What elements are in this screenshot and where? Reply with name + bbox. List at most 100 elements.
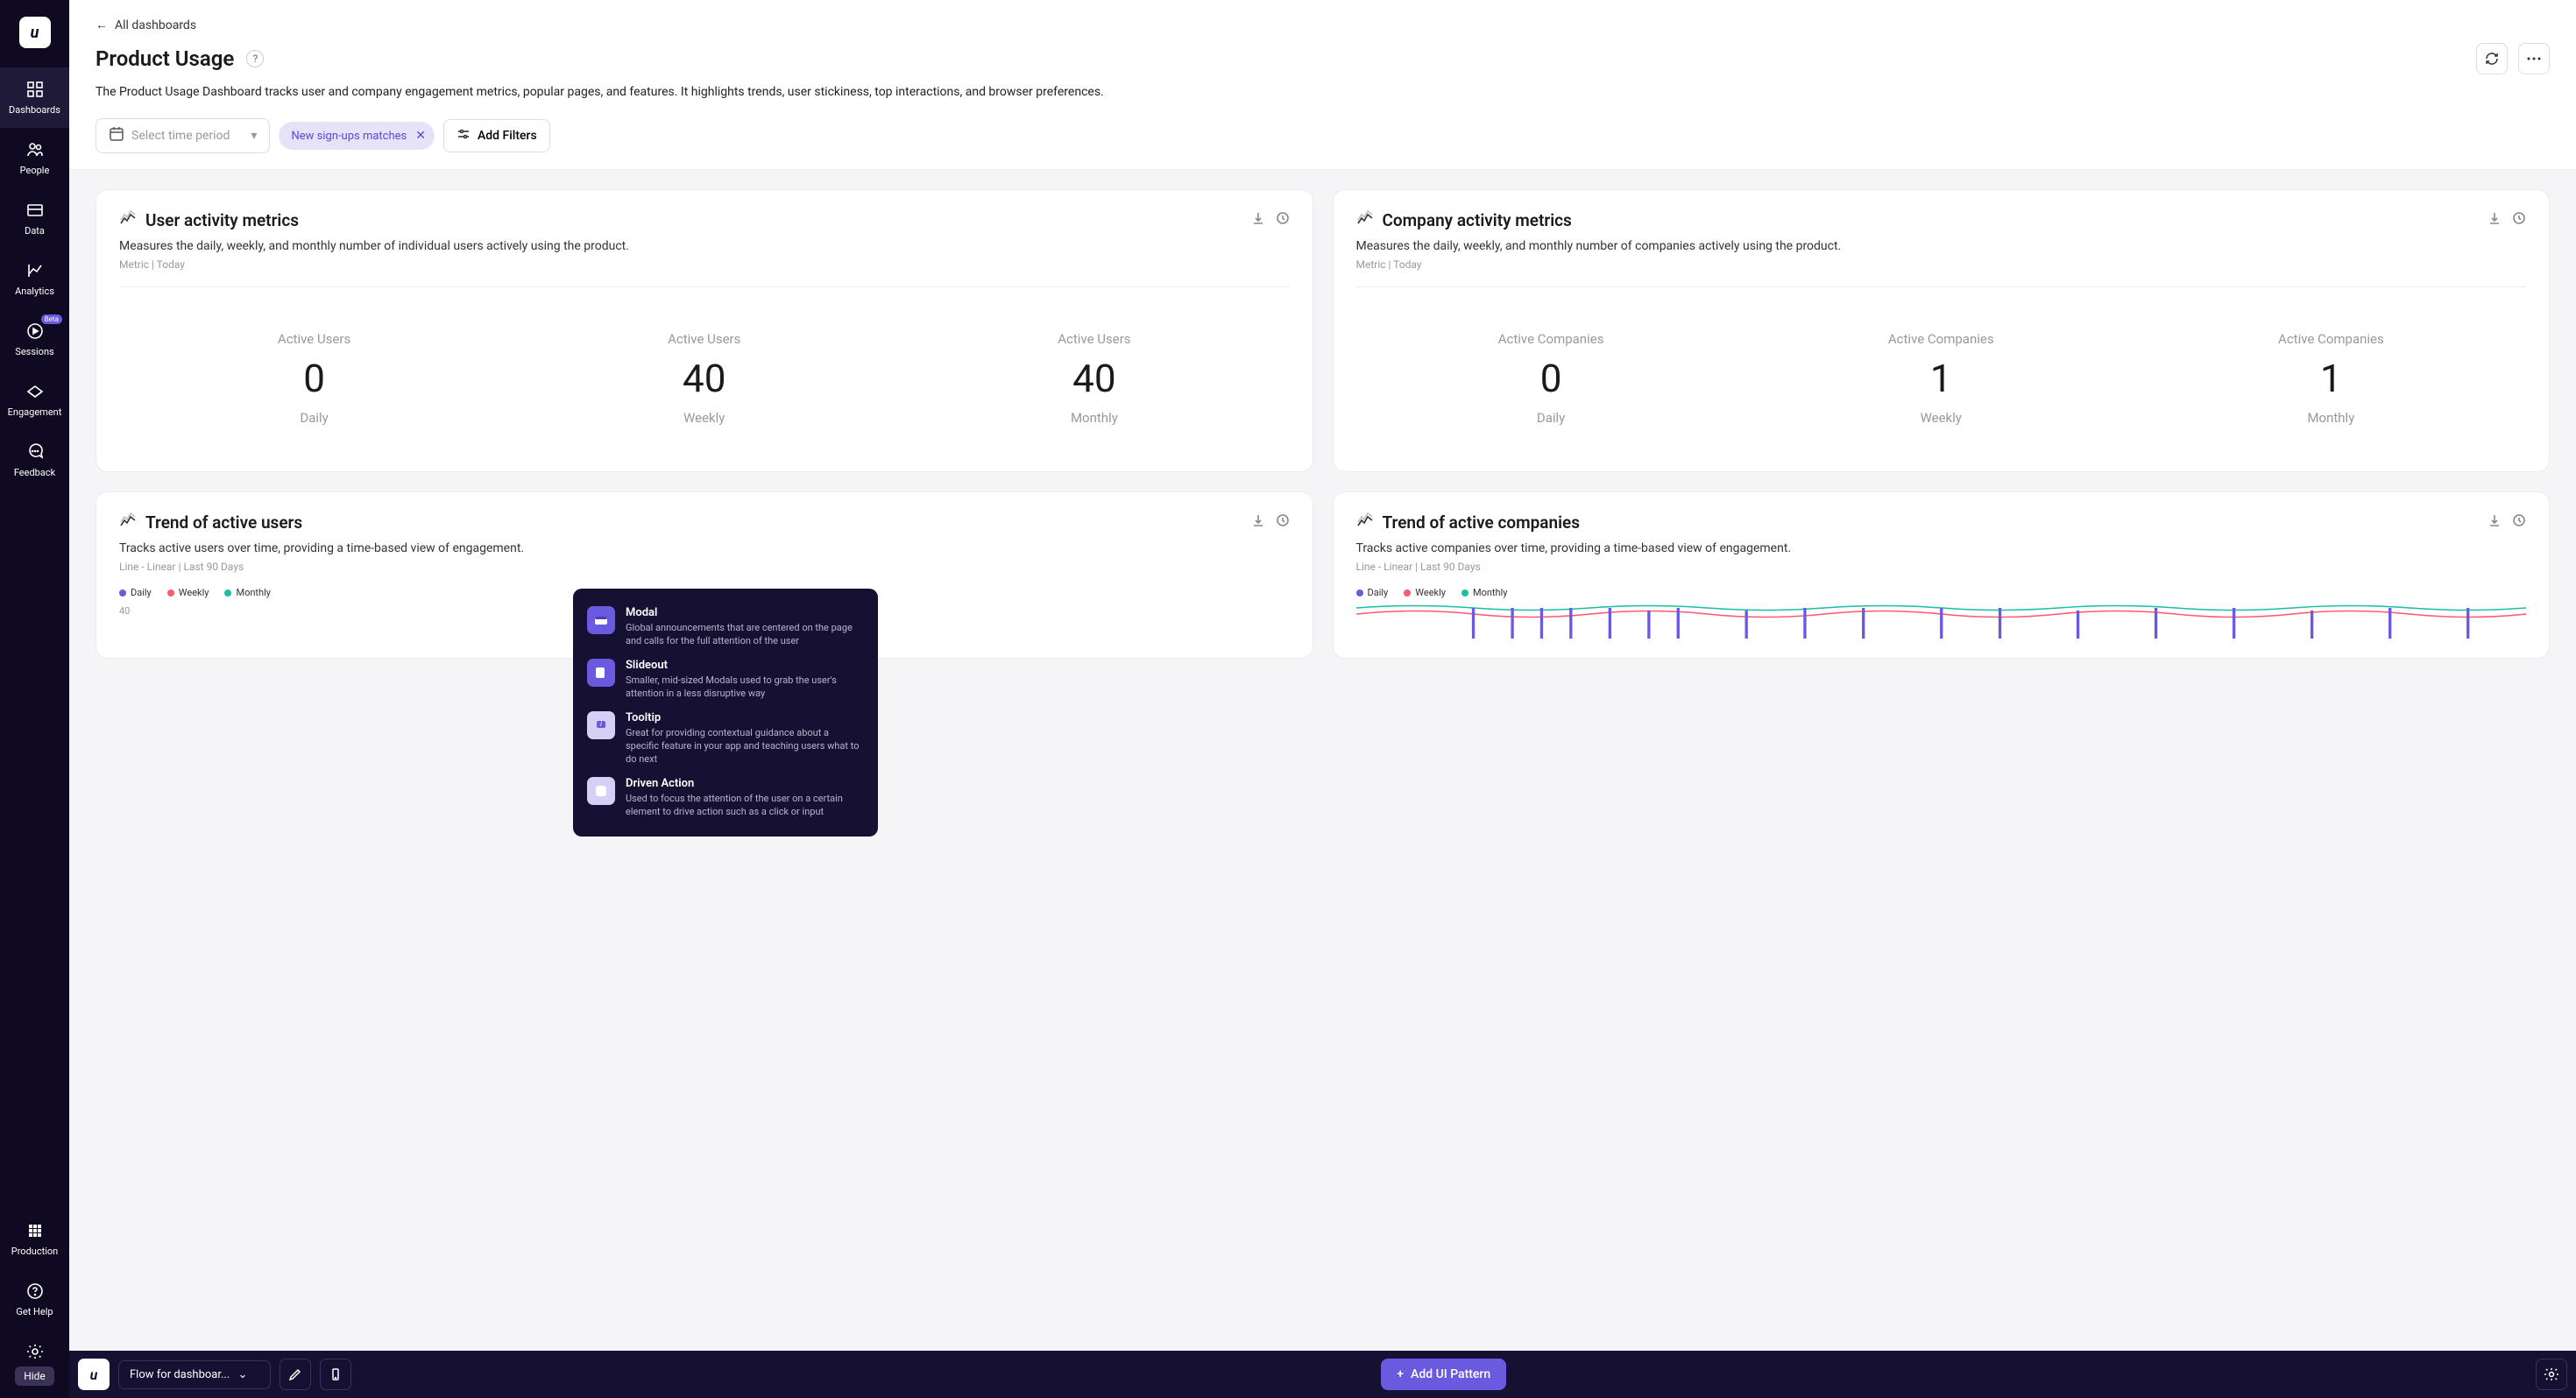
download-icon[interactable]	[1251, 211, 1265, 229]
popup-item-driven-action[interactable]: Driven Action Used to focus the attentio…	[587, 772, 864, 824]
chart-legend: Daily Weekly Monthly	[1356, 587, 2527, 598]
sidebar-item-get-help[interactable]: Get Help	[0, 1269, 69, 1330]
sidebar-item-label: Data	[25, 225, 45, 237]
metric: Active Users 40 Monthly	[1058, 331, 1130, 426]
bottom-bar: u Flow for dashboar... ⌄ + Add UI Patter…	[69, 1351, 2576, 1398]
refresh-button[interactable]	[2476, 43, 2508, 74]
filter-chip[interactable]: New sign-ups matches ✕	[279, 122, 435, 150]
add-filters-label: Add Filters	[478, 129, 537, 143]
analytics-icon	[25, 261, 45, 280]
card-meta: Metric | Today	[1356, 258, 2527, 271]
sidebar-item-label: Feedback	[14, 467, 55, 478]
chip-close-icon[interactable]: ✕	[415, 129, 426, 143]
clock-icon[interactable]	[2512, 211, 2526, 229]
title-help-icon[interactable]: ?	[246, 50, 264, 67]
add-filters-button[interactable]: Add Filters	[443, 119, 550, 152]
chart-icon	[1356, 512, 1374, 533]
more-button[interactable]	[2518, 43, 2550, 74]
download-icon[interactable]	[2488, 211, 2502, 229]
sidebar-item-analytics[interactable]: Analytics	[0, 249, 69, 309]
popup-item-title: Driven Action	[626, 777, 864, 790]
download-icon[interactable]	[1251, 513, 1265, 531]
popup-item-title: Slideout	[626, 659, 864, 672]
data-icon	[25, 201, 45, 220]
main: ← All dashboards Product Usage ? The Pro…	[69, 0, 2576, 1398]
card-meta: Line - Linear | Last 90 Days	[119, 561, 1290, 573]
sidebar-item-data[interactable]: Data	[0, 188, 69, 249]
sidebar-item-label: Engagement	[8, 406, 62, 418]
settings-button[interactable]	[2536, 1359, 2567, 1390]
hide-button[interactable]: Hide	[15, 1366, 54, 1386]
time-placeholder: Select time period	[131, 129, 230, 143]
chevron-down-icon: ⌄	[238, 1368, 248, 1381]
download-icon[interactable]	[2488, 513, 2502, 531]
tooltip-icon: i	[587, 711, 615, 739]
card-meta: Metric | Today	[119, 258, 1290, 271]
card-trend-companies: Trend of active companies Tracks active …	[1333, 491, 2551, 659]
sidebar-item-label: Dashboards	[9, 104, 60, 116]
sidebar-item-label: Production	[11, 1246, 58, 1257]
arrow-left-icon: ←	[96, 18, 108, 32]
metric: Active Companies 1 Monthly	[2278, 331, 2384, 426]
bottom-logo[interactable]: u	[78, 1359, 110, 1390]
sidebar-item-sessions[interactable]: Beta Sessions	[0, 309, 69, 370]
chart-area	[1356, 604, 2527, 639]
header: ← All dashboards Product Usage ? The Pro…	[69, 0, 2576, 170]
popup-item-modal[interactable]: Modal Global announcements that are cent…	[587, 601, 864, 653]
calendar-icon	[109, 126, 124, 145]
sidebar-item-people[interactable]: People	[0, 128, 69, 188]
people-icon	[25, 140, 45, 159]
content: User activity metrics Measures the daily…	[69, 170, 2576, 1351]
app-logo[interactable]: u	[19, 17, 51, 48]
mobile-preview-button[interactable]	[320, 1359, 351, 1390]
metric: Active Users 40 Weekly	[668, 331, 740, 426]
back-link[interactable]: ← All dashboards	[96, 18, 2550, 32]
ui-pattern-popup: Modal Global announcements that are cent…	[573, 589, 878, 837]
clock-icon[interactable]	[1276, 211, 1290, 229]
page-description: The Product Usage Dashboard tracks user …	[96, 85, 2550, 99]
sidebar: u Dashboards People Data Analytics Beta …	[0, 0, 69, 1398]
sidebar-item-dashboards[interactable]: Dashboards	[0, 67, 69, 128]
chart-icon	[119, 209, 137, 230]
chip-label: New sign-ups matches	[291, 130, 407, 143]
sidebar-item-label: People	[20, 165, 50, 176]
svg-text:i: i	[600, 720, 602, 728]
filter-icon	[456, 127, 471, 145]
popup-item-title: Tooltip	[626, 711, 864, 724]
plus-icon: +	[1397, 1367, 1404, 1381]
sidebar-item-feedback[interactable]: Feedback	[0, 430, 69, 491]
time-period-picker[interactable]: Select time period ▾	[96, 118, 270, 153]
chart-icon	[1356, 209, 1374, 230]
sidebar-item-engagement[interactable]: Engagement	[0, 370, 69, 430]
clock-icon[interactable]	[2512, 513, 2526, 531]
flow-selector[interactable]: Flow for dashboar... ⌄	[118, 1360, 271, 1389]
chevron-down-icon: ▾	[251, 129, 257, 143]
chart-icon	[119, 512, 137, 533]
clock-icon[interactable]	[1276, 513, 1290, 531]
add-ui-pattern-button[interactable]: + Add UI Pattern	[1381, 1359, 1506, 1390]
popup-item-tooltip[interactable]: i Tooltip Great for providing contextual…	[587, 706, 864, 772]
sidebar-item-label: Sessions	[15, 346, 53, 357]
popup-item-slideout[interactable]: Slideout Smaller, mid-sized Modals used …	[587, 653, 864, 706]
sessions-icon	[25, 321, 45, 341]
page-title: Product Usage	[96, 46, 234, 71]
modal-icon	[587, 606, 615, 634]
popup-item-desc: Used to focus the attention of the user …	[626, 792, 864, 819]
add-pattern-label: Add UI Pattern	[1411, 1367, 1490, 1381]
card-company-activity: Company activity metrics Measures the da…	[1333, 189, 2551, 472]
metric: Active Users 0 Daily	[278, 331, 350, 426]
back-label: All dashboards	[115, 18, 196, 32]
metric: Active Companies 1 Weekly	[1888, 331, 1994, 426]
card-desc: Measures the daily, weekly, and monthly …	[119, 239, 1290, 253]
gear-icon	[25, 1342, 45, 1361]
feedback-icon	[25, 442, 45, 462]
sidebar-item-production[interactable]: Production	[0, 1209, 69, 1269]
metric: Active Companies 0 Daily	[1498, 331, 1604, 426]
engagement-icon	[25, 382, 45, 401]
dashboards-icon	[25, 80, 45, 99]
popup-item-desc: Great for providing contextual guidance …	[626, 726, 864, 766]
production-icon	[25, 1221, 45, 1240]
edit-button[interactable]	[280, 1359, 311, 1390]
card-user-activity: User activity metrics Measures the daily…	[96, 189, 1313, 472]
sidebar-item-settings[interactable]	[0, 1330, 69, 1366]
